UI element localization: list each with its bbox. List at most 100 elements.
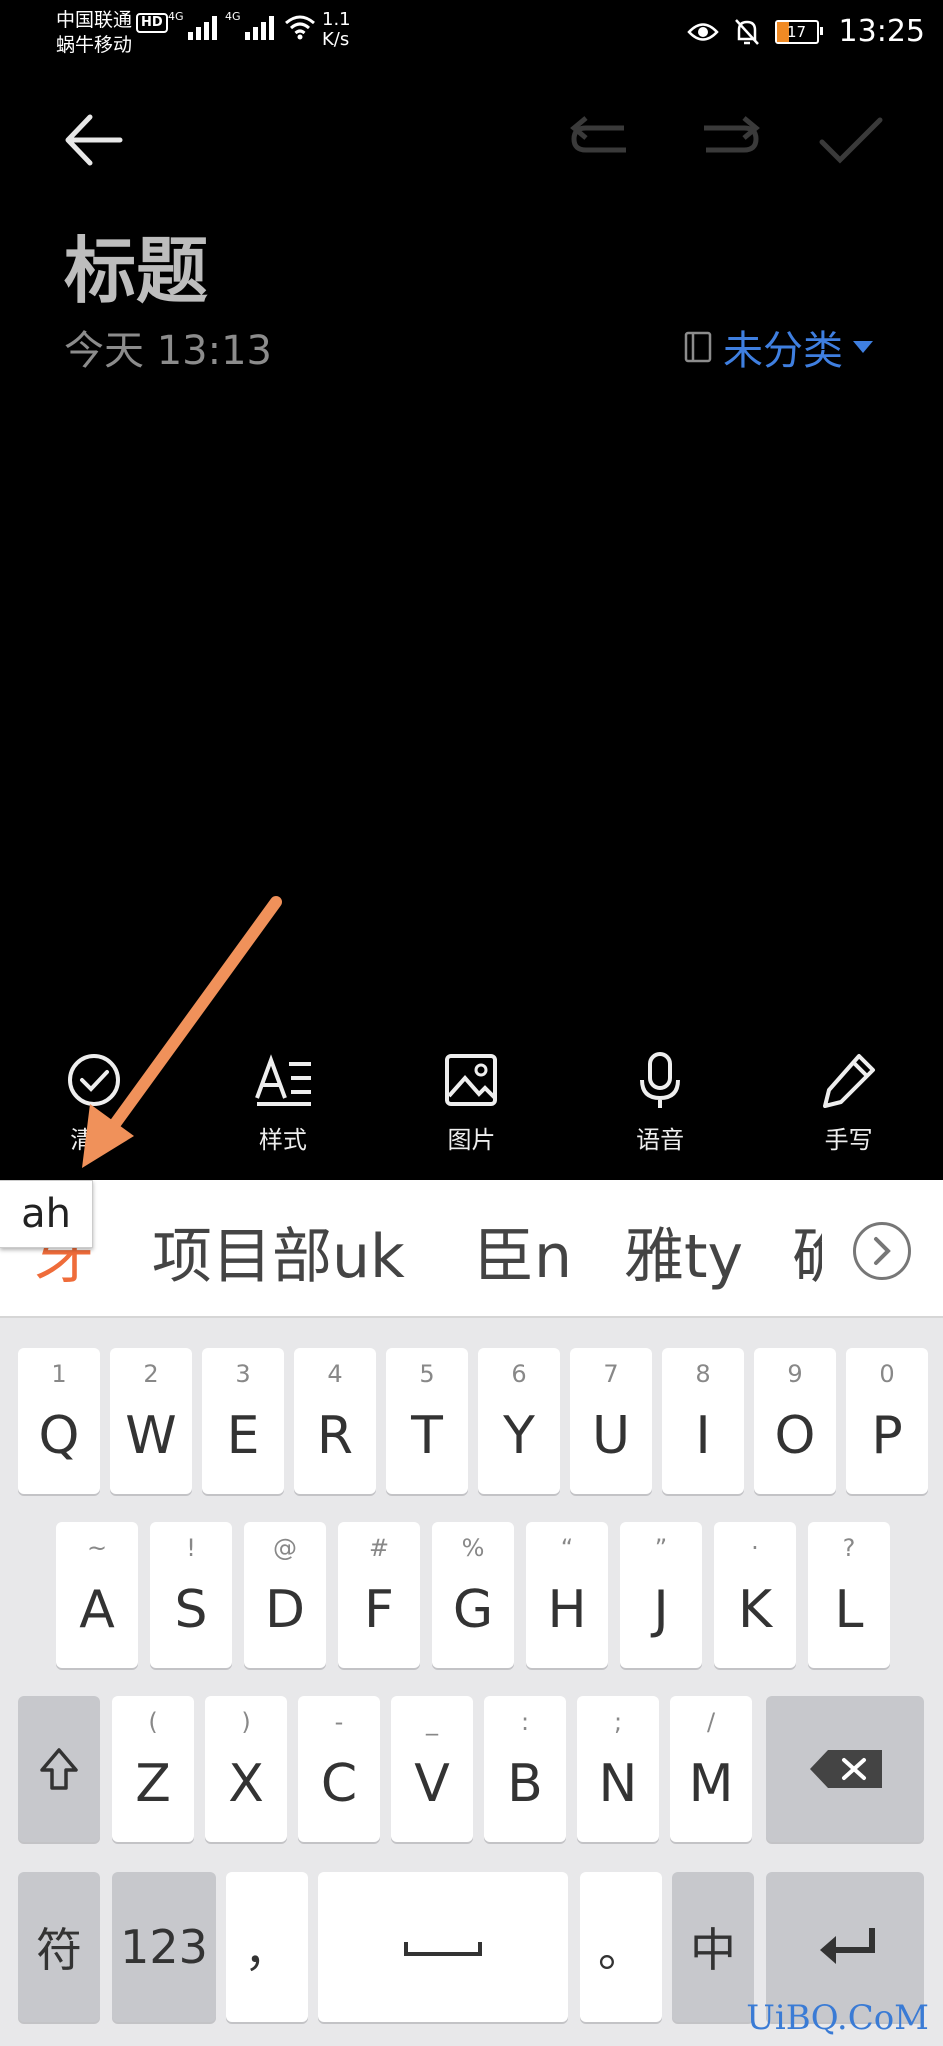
key-label: ， — [244, 1923, 290, 1977]
toolbar-handwriting[interactable]: 手写 — [779, 1050, 919, 1170]
checkmark-icon[interactable] — [816, 110, 886, 170]
key-secondary-label: ! — [186, 1534, 196, 1562]
key-n[interactable]: ; N — [577, 1696, 659, 1842]
toolbar-label: 图片 — [447, 1126, 496, 1154]
undo-icon[interactable] — [566, 110, 636, 170]
key-primary-label: W — [125, 1406, 177, 1466]
key-u[interactable]: 7U — [570, 1348, 652, 1494]
candidate-bar: 牙 项目部uk 臣n 雅ty 确 — [0, 1180, 943, 1316]
key-i[interactable]: 8I — [662, 1348, 744, 1494]
symbols-key[interactable]: 符 — [18, 1872, 100, 2022]
key-w[interactable]: 2W — [110, 1348, 192, 1494]
toolbar-voice[interactable]: 语音 — [590, 1050, 730, 1170]
key-b[interactable]: :B — [484, 1696, 566, 1842]
key-primary-label: D — [264, 1580, 306, 1640]
key-o[interactable]: 9O — [754, 1348, 836, 1494]
toolbar-label: 语音 — [636, 1126, 685, 1154]
key-secondary-label: 5 — [419, 1360, 435, 1388]
key-secondary-label: - — [334, 1708, 344, 1736]
candidate-item[interactable]: 项目部uk — [152, 1208, 405, 1295]
toolbar-checklist[interactable]: 清单 — [24, 1050, 164, 1170]
key-t[interactable]: 5T — [386, 1348, 468, 1494]
key-x[interactable]: ) X — [205, 1696, 287, 1842]
key-f[interactable]: # F — [338, 1522, 420, 1668]
numbers-key[interactable]: 123 — [112, 1872, 216, 2022]
key-z[interactable]: (Z — [112, 1696, 194, 1842]
dropdown-triangle-icon — [853, 341, 873, 353]
key-primary-label: P — [871, 1406, 903, 1466]
network-type-label: 4G — [225, 10, 241, 23]
handwriting-icon — [822, 1054, 875, 1108]
expand-candidates-button[interactable] — [853, 1222, 911, 1280]
key-a[interactable]: ~ A — [56, 1522, 138, 1668]
key-s[interactable]: ! S — [150, 1522, 232, 1668]
key-l[interactable]: ? L — [808, 1522, 890, 1668]
key-y[interactable]: 6Y — [478, 1348, 560, 1494]
shift-key[interactable] — [18, 1696, 100, 1842]
key-primary-label: H — [547, 1580, 587, 1640]
carrier-info: 中国联通 HD 蜗牛移动 — [56, 8, 168, 57]
bell-muted-icon — [734, 18, 759, 45]
key-c[interactable]: -C — [298, 1696, 380, 1842]
key-secondary-label: 2 — [143, 1360, 159, 1388]
speed-unit: K/s — [322, 29, 350, 50]
space-bar-icon — [404, 1942, 482, 1956]
key-primary-label: Q — [38, 1406, 80, 1466]
key-primary-label: G — [452, 1580, 494, 1640]
key-secondary-label: ” — [654, 1534, 668, 1562]
back-arrow-icon[interactable] — [60, 105, 130, 175]
key-h[interactable]: “H — [526, 1522, 608, 1668]
status-right: 17 13:25 — [686, 14, 925, 49]
pinyin-composition: ah — [0, 1180, 93, 1248]
space-key[interactable] — [318, 1872, 568, 2022]
battery-icon: 17 — [774, 19, 823, 44]
category-selector[interactable]: 未分类 — [683, 318, 873, 376]
key-primary-label: K — [737, 1580, 773, 1640]
hd-badge: HD — [136, 13, 168, 33]
battery-level: 17 — [786, 22, 807, 41]
key-secondary-label: 8 — [695, 1360, 711, 1388]
period-key[interactable]: 。 — [580, 1872, 662, 2022]
key-secondary-label: % — [461, 1534, 485, 1562]
key-primary-label: B — [507, 1754, 543, 1814]
key-j[interactable]: ” J — [620, 1522, 702, 1668]
key-g[interactable]: % G — [432, 1522, 514, 1668]
key-primary-label: T — [411, 1406, 443, 1466]
key-d[interactable]: @ D — [244, 1522, 326, 1668]
key-secondary-label: ; — [613, 1708, 623, 1736]
candidate-item[interactable]: 臣n — [474, 1208, 572, 1295]
key-secondary-label: _ — [426, 1708, 438, 1736]
key-e[interactable]: 3E — [202, 1348, 284, 1494]
key-v[interactable]: _ V — [391, 1696, 473, 1842]
key-secondary-label: / — [706, 1708, 716, 1736]
key-primary-label: Z — [135, 1754, 171, 1814]
key-primary-label: U — [591, 1406, 631, 1466]
speed-value: 1.1 — [322, 9, 351, 30]
key-label: 符 — [36, 1923, 82, 1977]
candidate-item[interactable]: 雅ty — [624, 1208, 743, 1295]
language-switch-key[interactable]: 中 — [672, 1872, 754, 2022]
key-secondary-label: 6 — [511, 1360, 527, 1388]
key-r[interactable]: 4R — [294, 1348, 376, 1494]
carrier-name-2: 蜗牛移动 — [56, 34, 133, 56]
key-primary-label: A — [79, 1580, 115, 1640]
toolbar-image[interactable]: 图片 — [401, 1050, 541, 1170]
note-title[interactable]: 标题 — [64, 212, 208, 317]
key-primary-label: R — [316, 1406, 354, 1466]
signal-indicators: 4G 4G — [168, 10, 316, 40]
key-q[interactable]: 1Q — [18, 1348, 100, 1494]
key-m[interactable]: / M — [670, 1696, 752, 1842]
chevron-right-icon — [874, 1237, 891, 1265]
backspace-key[interactable] — [766, 1696, 924, 1842]
key-primary-label: M — [688, 1754, 734, 1814]
toolbar-label: 清单 — [70, 1126, 119, 1154]
redo-icon[interactable] — [694, 110, 764, 170]
comma-key[interactable]: ， — [226, 1872, 308, 2022]
key-primary-label: L — [834, 1580, 864, 1640]
candidate-item[interactable]: 确 — [792, 1208, 822, 1295]
key-k[interactable]: · K — [714, 1522, 796, 1668]
toolbar-style[interactable]: 样式 — [213, 1050, 353, 1170]
key-secondary-label: · — [751, 1534, 759, 1562]
key-label: 123 — [120, 1920, 208, 1974]
key-p[interactable]: 0P — [846, 1348, 928, 1494]
